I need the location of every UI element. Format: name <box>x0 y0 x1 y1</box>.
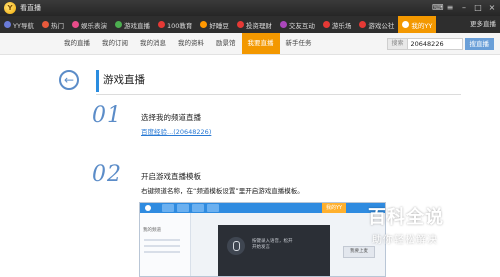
microphone-icon <box>227 237 245 255</box>
channel-link[interactable]: 百度经验...(20648226) <box>141 126 211 136</box>
nav-item-hot[interactable]: 热门 <box>38 16 68 33</box>
example-tab <box>207 204 219 212</box>
window-title: 看直播 <box>20 4 41 12</box>
nav-item-entertainment[interactable]: 娱乐表演 <box>68 16 111 33</box>
sub-nav: 我的直播 我的订阅 我的消息 我的资料 励景馆 我要直播 新手任务 搜索 206… <box>0 33 500 55</box>
example-sidebar: 我的频道 <box>140 213 191 276</box>
maximize-icon[interactable]: □ <box>474 2 482 14</box>
tab-my-messages[interactable]: 我的消息 <box>134 33 172 54</box>
tab-newbie-tasks[interactable]: 新手任务 <box>280 33 318 54</box>
tab-my-subscriptions[interactable]: 我的订阅 <box>96 33 134 54</box>
example-tab <box>192 204 204 212</box>
nav-item-edu[interactable]: 100教育 <box>154 16 196 33</box>
star-icon <box>71 21 79 28</box>
tab-my-live[interactable]: 我的直播 <box>58 33 96 54</box>
gamepad-icon <box>114 21 122 28</box>
fire-icon <box>41 21 49 28</box>
nav-item-yy-nav[interactable]: YY导航 <box>0 16 38 33</box>
user-icon <box>402 21 410 28</box>
nav-item-game-club[interactable]: 游戏公社 <box>355 16 398 33</box>
club-icon <box>359 21 367 28</box>
example-line <box>144 245 180 247</box>
example-sidebar-label: 我的频道 <box>143 228 161 233</box>
example-voice-hint-line: 开始发言 <box>252 245 270 250</box>
step-title: 开启游戏直播模板 <box>141 172 201 181</box>
example-tab <box>162 204 174 212</box>
title-accent <box>96 70 99 92</box>
close-icon[interactable]: × <box>488 2 496 14</box>
playground-icon <box>322 21 330 28</box>
bean-icon <box>200 21 208 28</box>
app-logo-icon: Y <box>4 2 16 14</box>
finance-icon <box>236 21 244 28</box>
arrow-left-icon: ← <box>63 73 75 87</box>
minimize-icon[interactable]: – <box>460 2 468 14</box>
example-mic-button: 我要上麦 <box>343 246 375 258</box>
example-logo-icon <box>145 205 151 211</box>
example-voice-hint: 按键录入语音，松开 开始发言 <box>252 239 293 251</box>
heart-icon <box>279 21 287 28</box>
back-button[interactable]: ← <box>59 70 79 90</box>
search-box: 搜索 20648226 搜直播 <box>387 38 494 50</box>
tab-my-profile[interactable]: 我的资料 <box>172 33 210 54</box>
example-tab <box>177 204 189 212</box>
search-input[interactable]: 20648226 <box>407 38 463 50</box>
search-button[interactable]: 搜直播 <box>464 38 494 50</box>
channel-nav: YY导航 热门 娱乐表演 游戏直播 100教育 好睡豆 投资理财 交友互动 游乐… <box>0 16 500 33</box>
step-description: 右键频道名称，在“频道模板设置”里开启游戏直播模板。 <box>141 187 304 195</box>
tab-inspiration[interactable]: 励景馆 <box>210 33 242 54</box>
example-screenshot: 我的YY 我的频道 按键录入语音，松开 开始发言 我要上麦 <box>139 202 386 277</box>
edu-icon <box>157 21 165 28</box>
nav-item-finance[interactable]: 投资理财 <box>233 16 276 33</box>
nav-item-social[interactable]: 交友互动 <box>276 16 319 33</box>
title-bar: Y 看直播 ⌨ ≡ – □ × <box>0 0 500 16</box>
nav-item-game-live[interactable]: 游戏直播 <box>111 16 154 33</box>
step-number: 01 <box>92 103 122 128</box>
nav-item-playground[interactable]: 游乐场 <box>319 16 356 33</box>
page-title: 游戏直播 <box>103 74 145 86</box>
nav-dot-icon <box>4 21 11 28</box>
tab-go-live[interactable]: 我要直播 <box>241 33 280 54</box>
watermark-title: 百科全说 <box>368 207 444 228</box>
window-controls: ⌨ ≡ – □ × <box>432 2 496 14</box>
more-live-link[interactable]: 更多直播 <box>470 16 496 33</box>
gamepad-icon[interactable]: ⌨ <box>432 2 444 14</box>
watermark-subtitle: 助你轻松解决 <box>372 235 438 246</box>
example-header: 我的YY <box>140 203 385 213</box>
example-line <box>144 239 180 241</box>
step-title: 选择我的频道直播 <box>141 113 201 122</box>
nav-item-sleep[interactable]: 好睡豆 <box>196 16 233 33</box>
menu-icon[interactable]: ≡ <box>446 2 454 14</box>
step-number: 02 <box>92 162 122 187</box>
example-line <box>144 251 180 253</box>
search-label: 搜索 <box>387 38 408 50</box>
nav-item-my-yy[interactable]: 我的YY <box>398 16 437 33</box>
example-my-yy-tab: 我的YY <box>322 203 347 213</box>
divider <box>96 94 461 95</box>
